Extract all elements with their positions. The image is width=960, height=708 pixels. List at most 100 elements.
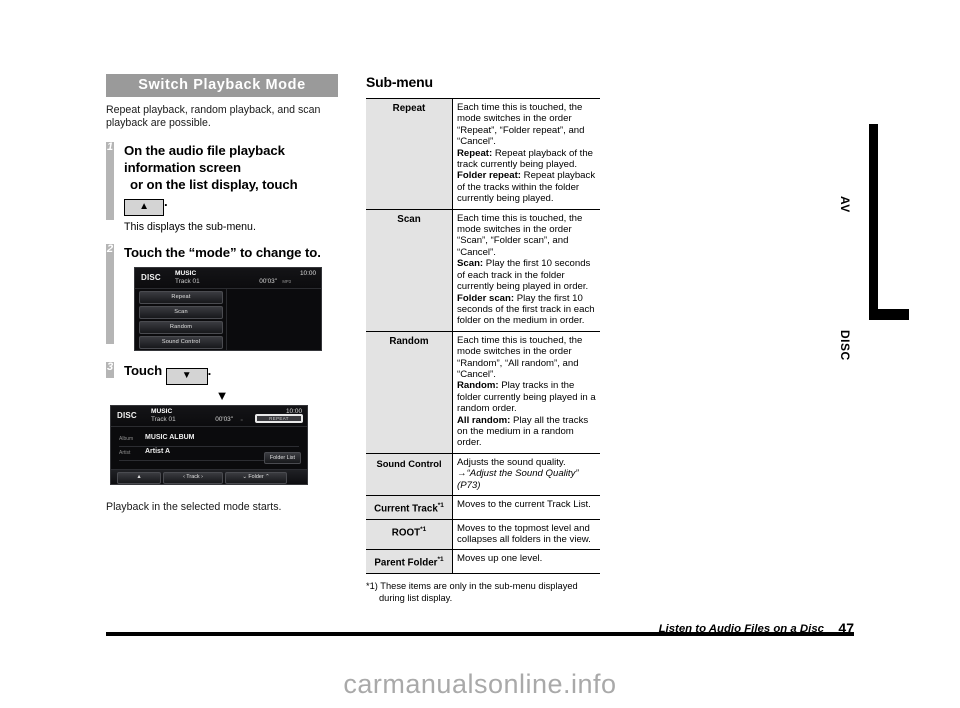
table-row: Scan Each time this is touched, the mode…	[366, 208, 600, 332]
footnote-marker: *1	[420, 525, 427, 533]
footnote-line2: during list display.	[379, 592, 453, 603]
submenu-key-parent-folder: Parent Folder*1	[366, 549, 453, 575]
device2-artist-value: Artist A	[145, 448, 171, 456]
tab-av[interactable]: AV	[838, 196, 852, 213]
device2-header: DISC MUSIC Track 01 10:00 00'03" = REPEA…	[111, 406, 307, 428]
device2-up-button[interactable]: ▲	[117, 472, 161, 485]
step-3: 3 Touch ▼.	[106, 361, 338, 386]
submenu-key-label: Parent Folder	[374, 557, 438, 569]
table-row: Sound Control Adjusts the sound quality.…	[366, 452, 600, 497]
step-1-number: 1	[106, 141, 114, 154]
submenu-desc-sound-control: Adjusts the sound quality. →“Adjust the …	[452, 452, 600, 497]
left-column: Switch Playback Mode Repeat playback, ra…	[106, 74, 338, 514]
device2-elapsed-time: 00'03"	[215, 416, 233, 424]
device2-folder-nav-button[interactable]: ⌄ Folder ⌃	[225, 472, 287, 485]
device1-media-title: MUSIC	[175, 270, 197, 278]
step-2-rule	[106, 244, 114, 345]
device1-scan-button[interactable]: Scan	[139, 306, 223, 320]
right-column: Sub-menu Repeat Each time this is touche…	[366, 74, 600, 604]
device1-random-button[interactable]: Random	[139, 321, 223, 335]
submenu-key-label: Scan	[397, 213, 421, 225]
device1-format-badge: MP3	[282, 279, 291, 285]
step-1-title-line3: or on the list display, touch	[130, 177, 298, 193]
submenu-desc-random: Each time this is touched, the mode swit…	[452, 330, 600, 454]
submenu-table: Repeat Each time this is touched, the mo…	[366, 98, 600, 575]
av-section-rule	[869, 124, 878, 314]
desc-paragraph: Moves to the topmost level and collapses…	[457, 522, 591, 546]
submenu-desc-repeat: Each time this is touched, the mode swit…	[452, 98, 600, 210]
submenu-key-sound-control: Sound Control	[366, 452, 453, 497]
table-row: Repeat Each time this is touched, the mo…	[366, 98, 600, 210]
device2-source-label: DISC	[117, 411, 137, 421]
submenu-key-label: Current Track	[374, 503, 438, 515]
device2-folder-list-button[interactable]: Folder List	[263, 452, 301, 465]
device1-submenu-list: Repeat Scan Random Sound Control ▼	[139, 291, 223, 350]
step-2-title: Touch the “mode” to change to.	[124, 245, 321, 261]
device1-track-name: Track 01	[175, 278, 200, 286]
device2-track-name: Track 01	[151, 416, 176, 424]
watermark: carmanualsonline.info	[343, 669, 617, 699]
step-3-number: 3	[106, 361, 114, 374]
section-intro: Repeat playback, random playback, and sc…	[106, 104, 321, 129]
tab-disc[interactable]: DISC	[838, 330, 852, 361]
table-row: ROOT*1 Moves to the topmost level and co…	[366, 518, 600, 551]
step-1-title-line2: information screen	[124, 160, 241, 176]
device1-source-label: DISC	[141, 273, 161, 283]
device2-album-row: Album MUSIC ALBUM	[119, 432, 299, 448]
table-row: Current Track*1 Moves to the current Tra…	[366, 495, 600, 520]
desc-paragraph: Each time this is touched, the mode swit…	[457, 102, 585, 148]
step-1-period: .	[164, 194, 168, 210]
section-banner: Switch Playback Mode	[106, 74, 338, 97]
step-3-period: .	[207, 363, 212, 379]
desc-term: All random:	[457, 414, 511, 426]
device1-repeat-button[interactable]: Repeat	[139, 291, 223, 305]
desc-paragraph: Each time this is touched, the mode swit…	[457, 212, 583, 258]
page-number: 47	[838, 620, 854, 636]
step-3-title-prefix: Touch	[124, 363, 163, 379]
desc-paragraph: Moves up one level.	[457, 553, 543, 565]
result-text: Playback in the selected mode starts.	[106, 501, 282, 514]
device2-artist-label: Artist	[119, 450, 131, 457]
desc-paragraph: Moves to the current Track List.	[457, 499, 591, 510]
submenu-footnote: *1) These items are only in the sub-menu…	[366, 581, 600, 604]
device1-clock: 10:00	[300, 270, 316, 278]
submenu-key-random: Random	[366, 330, 453, 454]
desc-term: Scan:	[457, 258, 484, 270]
down-arrow-key-icon[interactable]: ▼	[165, 368, 208, 386]
submenu-key-scan: Scan	[366, 208, 453, 332]
submenu-desc-root: Moves to the topmost level and collapses…	[452, 518, 600, 551]
desc-term: Random:	[457, 380, 499, 392]
flow-down-arrow-icon: ▼	[215, 388, 229, 404]
footnote-marker: *1	[437, 502, 444, 509]
device-screenshot-submenu: DISC MUSIC Track 01 10:00 00'03" MP3 Rep…	[134, 267, 322, 352]
submenu-key-current-track: Current Track*1	[366, 495, 453, 520]
submenu-key-label: Sound Control	[376, 457, 442, 469]
step-1: 1 On the audio file playback information…	[106, 141, 338, 234]
step-1-subtext: This displays the sub-menu.	[124, 221, 256, 234]
table-row: Parent Folder*1 Moves up one level.	[366, 549, 600, 575]
submenu-desc-parent-folder: Moves up one level.	[452, 549, 600, 575]
device2-format-badge: =	[240, 417, 243, 423]
device2-album-value: MUSIC ALBUM	[145, 434, 195, 442]
device1-sound-control-button[interactable]: Sound Control	[139, 336, 223, 350]
disc-tab-block	[869, 309, 909, 320]
device1-header: DISC MUSIC Track 01 10:00 00'03" MP3	[135, 268, 321, 290]
desc-term: Folder scan:	[457, 292, 515, 304]
step-2-number: 2	[106, 243, 114, 256]
desc-term: Repeat:	[457, 147, 493, 159]
device-screenshot-playback: DISC MUSIC Track 01 10:00 00'03" = REPEA…	[110, 405, 308, 486]
device1-elapsed-time: 00'03"	[259, 278, 277, 286]
submenu-key-label: Repeat	[392, 103, 426, 114]
footnote-line1: *1) These items are only in the sub-menu…	[366, 581, 578, 592]
step-1-title: On the audio file playback information s…	[124, 142, 338, 217]
step-3-title: Touch ▼.	[124, 362, 338, 386]
footer-title: Listen to Audio Files on a Disc	[658, 623, 824, 635]
device1-column-divider	[226, 289, 227, 351]
submenu-desc-current-track: Moves to the current Track List.	[452, 495, 600, 520]
up-arrow-key-icon[interactable]: ▲	[124, 199, 164, 217]
device2-repeat-status-label: REPEAT	[257, 416, 301, 422]
device2-track-nav-button[interactable]: ‹ Track ›	[163, 472, 223, 485]
submenu-key-label: ROOT	[391, 526, 421, 538]
table-row: Random Each time this is touched, the mo…	[366, 330, 600, 454]
device2-media-title: MUSIC	[151, 408, 173, 416]
